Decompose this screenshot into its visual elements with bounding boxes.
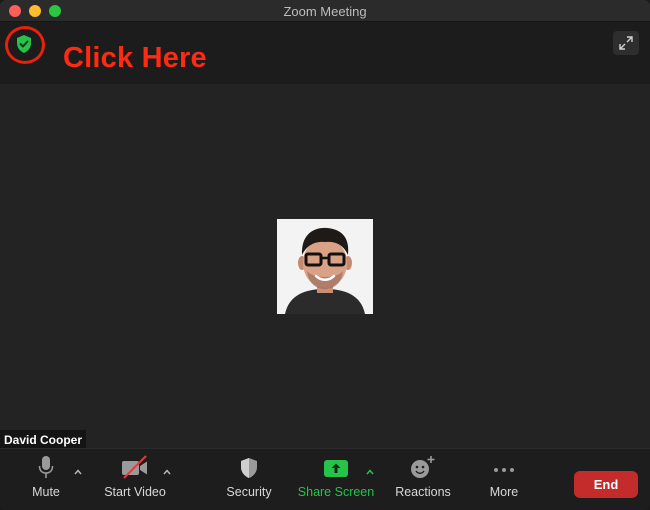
- mute-options-caret-up-icon[interactable]: [73, 468, 83, 476]
- microphone-icon: [38, 456, 54, 478]
- shield-check-icon[interactable]: [15, 34, 33, 54]
- security-label: Security: [226, 485, 272, 499]
- security-shield-icon: [241, 458, 257, 478]
- fullscreen-button[interactable]: [613, 31, 639, 55]
- start-video-label: Start Video: [104, 485, 166, 499]
- share-options-caret-up-icon[interactable]: [365, 468, 375, 476]
- click-here-callout: Click Here: [63, 42, 207, 74]
- video-stage: David Cooper: [0, 84, 650, 450]
- video-options-caret-up-icon[interactable]: [162, 468, 172, 476]
- fullscreen-icon: [619, 36, 633, 50]
- reactions-label: Reactions: [395, 485, 451, 499]
- video-off-icon: [122, 455, 147, 479]
- reactions-icon: [411, 456, 435, 478]
- title-bar: Zoom Meeting: [0, 0, 650, 22]
- reactions-button[interactable]: Reactions: [392, 449, 454, 510]
- zoom-window: Zoom Meeting Click Here David Cooper Mut…: [0, 0, 650, 510]
- mute-button[interactable]: Mute: [28, 449, 64, 510]
- participant-name-tag: David Cooper: [0, 430, 87, 450]
- end-meeting-button[interactable]: End: [574, 471, 638, 498]
- mute-label: Mute: [32, 485, 60, 499]
- share-screen-icon: [324, 460, 348, 477]
- share-screen-label: Share Screen: [297, 485, 375, 499]
- more-button[interactable]: More: [484, 449, 524, 510]
- start-video-button[interactable]: Start Video: [100, 449, 170, 510]
- security-button[interactable]: Security: [220, 449, 278, 510]
- window-title: Zoom Meeting: [283, 4, 367, 19]
- participant-avatar: [277, 219, 373, 314]
- share-screen-button[interactable]: Share Screen: [296, 449, 376, 510]
- more-icon: [494, 468, 514, 472]
- more-label: More: [489, 485, 519, 499]
- meeting-toolbar: Mute Start Video Security Share Screen R…: [0, 448, 650, 510]
